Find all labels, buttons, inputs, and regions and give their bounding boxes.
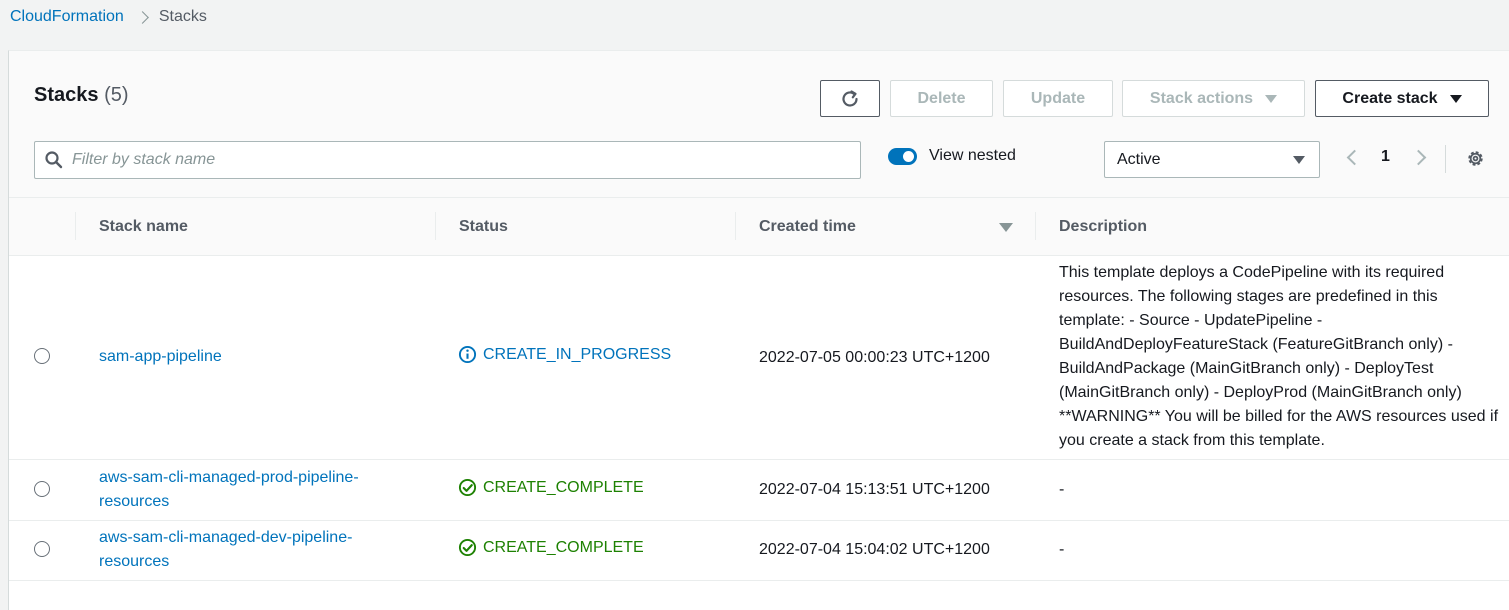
caret-down-icon [1265, 94, 1278, 103]
row-select-radio[interactable] [34, 541, 50, 557]
stacks-header: Stacks (5) Delete Update Stack actions C… [9, 51, 1509, 197]
current-page-number[interactable]: 1 [1381, 148, 1390, 166]
chevron-right-icon [135, 10, 149, 24]
delete-button[interactable]: Delete [890, 80, 993, 117]
refresh-button[interactable] [820, 80, 880, 117]
created-time: 2022-07-04 15:04:02 UTC+1200 [759, 541, 990, 558]
row-select-radio[interactable] [34, 481, 50, 497]
stack-actions-label: Stack actions [1149, 89, 1254, 107]
column-header-stack-name[interactable]: Stack name [99, 218, 188, 236]
stack-name-link[interactable]: aws-sam-cli-managed-prod-pipeline-resour… [99, 466, 399, 514]
column-header-created-time[interactable]: Created time [759, 218, 856, 236]
create-stack-label: Create stack [1342, 89, 1438, 107]
divider [1445, 145, 1446, 173]
check-circle-icon [458, 478, 477, 497]
info-icon [458, 345, 477, 364]
column-divider [435, 212, 436, 240]
column-divider [75, 212, 76, 240]
created-time: 2022-07-05 00:00:23 UTC+1200 [759, 349, 990, 366]
caret-down-icon [1293, 155, 1305, 164]
stack-status[interactable]: CREATE_COMPLETE [458, 538, 644, 557]
breadcrumb: CloudFormation Stacks [10, 7, 207, 27]
table-row[interactable]: sam-app-pipeline CREATE_IN_PROGRESS 2022… [9, 256, 1509, 460]
update-button[interactable]: Update [1003, 80, 1113, 117]
table-row[interactable]: aws-sam-cli-managed-prod-pipeline-resour… [9, 461, 1509, 521]
stack-description: - [1059, 481, 1065, 498]
create-stack-button[interactable]: Create stack [1315, 80, 1489, 117]
stack-status[interactable]: CREATE_COMPLETE [458, 478, 644, 497]
status-filter-value: Active [1117, 150, 1161, 168]
search-icon [45, 151, 63, 169]
column-divider [1035, 212, 1036, 240]
stack-description: - [1059, 541, 1065, 558]
filter-box [34, 141, 861, 179]
check-circle-icon [458, 538, 477, 557]
column-header-status[interactable]: Status [459, 218, 508, 236]
column-header-description[interactable]: Description [1059, 218, 1147, 236]
breadcrumb-current: Stacks [158, 8, 207, 25]
breadcrumb-cloudformation-link[interactable]: CloudFormation [10, 8, 124, 26]
row-select-radio[interactable] [34, 348, 50, 364]
caret-down-icon [1449, 94, 1462, 103]
stack-status-text: CREATE_COMPLETE [483, 538, 644, 556]
table-header: Stack name Status Created time Descripti… [9, 197, 1509, 256]
view-nested-toggle[interactable] [888, 148, 917, 165]
sort-caret-icon[interactable] [999, 223, 1013, 232]
created-time: 2022-07-04 15:13:51 UTC+1200 [759, 481, 990, 498]
stacks-panel: Stacks (5) Delete Update Stack actions C… [8, 50, 1509, 610]
refresh-icon [842, 89, 858, 107]
table-row[interactable]: aws-sam-cli-managed-dev-pipeline-resourc… [9, 521, 1509, 581]
view-nested-label: View nested [929, 147, 1016, 164]
stack-count: (5) [104, 84, 129, 106]
page-title: Stacks (5) [34, 84, 129, 107]
stack-status-text: CREATE_COMPLETE [483, 478, 644, 496]
stack-name-link[interactable]: sam-app-pipeline [99, 345, 399, 369]
chevron-right-icon[interactable] [1410, 149, 1427, 166]
chevron-left-icon[interactable] [1346, 149, 1363, 166]
gear-icon[interactable] [1465, 148, 1486, 169]
stack-status-text: CREATE_IN_PROGRESS [483, 345, 672, 363]
stack-description: This template deploys a CodePipeline wit… [1059, 264, 1499, 449]
page-title-text: Stacks [34, 84, 99, 106]
stack-name-link[interactable]: aws-sam-cli-managed-dev-pipeline-resourc… [99, 526, 399, 574]
column-divider [735, 212, 736, 240]
search-input[interactable] [72, 151, 852, 169]
toggle-knob [903, 151, 914, 162]
status-filter-select[interactable]: Active [1104, 141, 1320, 178]
stack-status[interactable]: CREATE_IN_PROGRESS [458, 345, 671, 364]
stack-actions-button[interactable]: Stack actions [1122, 80, 1305, 117]
